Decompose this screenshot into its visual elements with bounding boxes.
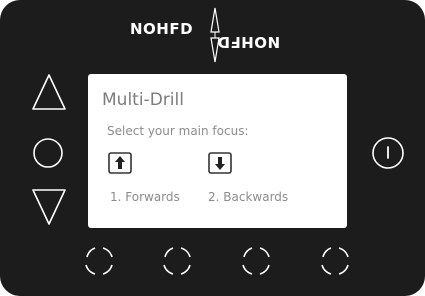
arrow-up-icon [108,152,132,174]
circle-button[interactable] [31,136,65,170]
screen-title: Multi-Drill [102,90,184,110]
logo-text-inverted: NOHFD [217,33,281,51]
screen-subtitle: Select your main focus: [107,124,249,138]
brand-logo: NOHFD NOHFD [120,6,320,66]
soft-key-2[interactable] [158,242,196,280]
lcd-screen: Multi-Drill Select your main focus: 1. F… [88,74,347,228]
arrow-down-icon [208,152,232,174]
up-triangle-button[interactable] [30,72,68,112]
device-body: NOHFD NOHFD Multi-Drill Select your main… [0,0,425,296]
option-backwards-label: 2. Backwards [208,190,289,204]
soft-key-1[interactable] [80,242,118,280]
down-triangle-button[interactable] [30,187,68,227]
soft-key-4[interactable] [316,242,354,280]
option-forwards-label: 1. Forwards [110,190,180,204]
soft-key-3[interactable] [237,242,275,280]
logo-text: NOHFD [130,20,194,38]
power-button[interactable] [370,135,406,171]
